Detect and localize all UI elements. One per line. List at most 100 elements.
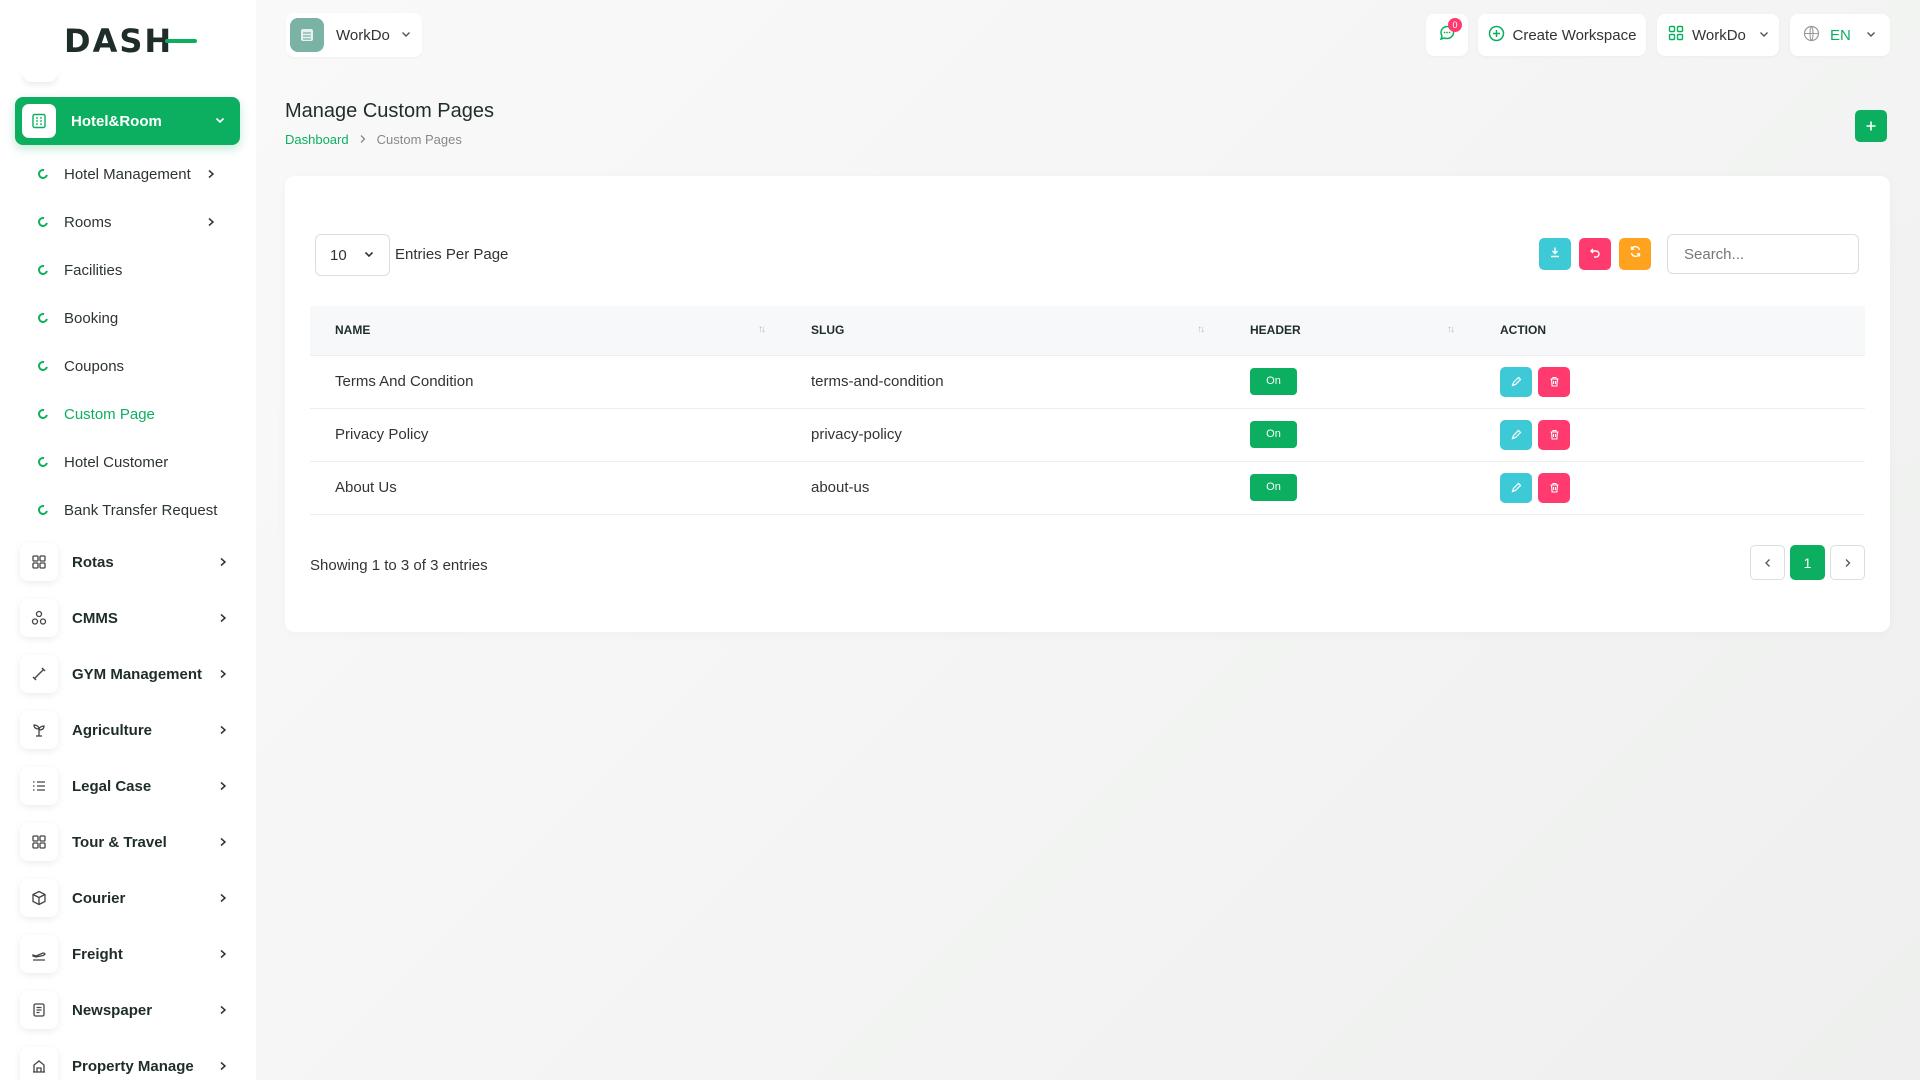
sidebar-item-label: Rooms bbox=[64, 213, 112, 231]
sidebar-item-coupons[interactable]: Coupons bbox=[36, 346, 238, 386]
sidebar-item-label: Hotel Customer bbox=[64, 453, 169, 471]
sidebar-item-facilities[interactable]: Facilities bbox=[36, 250, 238, 290]
table-row: Privacy Policy privacy-policy On bbox=[310, 408, 1865, 461]
plant-icon bbox=[20, 711, 58, 749]
workspace-switcher[interactable]: WorkDo bbox=[286, 13, 422, 57]
breadcrumb: Dashboard Custom Pages bbox=[285, 132, 462, 147]
sidebar-module-hotel-room[interactable]: Hotel&Room bbox=[15, 97, 240, 145]
delete-button[interactable] bbox=[1538, 472, 1570, 503]
grid-icon bbox=[20, 823, 58, 861]
cell-action bbox=[1475, 355, 1865, 408]
building-icon bbox=[20, 1047, 58, 1080]
table-header-row: NAME ↑↓ SLUG ↑↓ HEADER ↑↓ ACTION bbox=[310, 306, 1865, 355]
sidebar-module-legal-case[interactable]: Legal Case bbox=[20, 764, 240, 808]
entries-per-page-select[interactable]: 10 bbox=[315, 234, 390, 276]
sidebar-module-agriculture[interactable]: Agriculture bbox=[20, 708, 240, 752]
language-selector[interactable]: EN bbox=[1790, 14, 1890, 56]
sidebar: DASH Hotel&Room Hotel Management Rooms F… bbox=[0, 0, 256, 1080]
column-header-label: ACTION bbox=[1500, 323, 1546, 338]
status-badge: On bbox=[1250, 368, 1297, 395]
dumbbell-icon bbox=[20, 655, 58, 693]
sidebar-item-rooms[interactable]: Rooms bbox=[36, 202, 238, 242]
chevron-right-icon bbox=[218, 554, 228, 571]
column-header-header[interactable]: HEADER ↑↓ bbox=[1225, 306, 1475, 355]
pagination-next-button[interactable] bbox=[1830, 545, 1865, 580]
column-header-label: NAME bbox=[335, 323, 371, 338]
workspace-avatar bbox=[290, 18, 324, 52]
cell-header: On bbox=[1225, 355, 1475, 408]
sidebar-item-label: Facilities bbox=[64, 261, 123, 279]
sort-icon: ↑↓ bbox=[758, 324, 766, 335]
sidebar-module-courier[interactable]: Courier bbox=[20, 876, 240, 920]
reset-button[interactable] bbox=[1579, 238, 1611, 270]
create-workspace-button[interactable]: Create Workspace bbox=[1478, 14, 1646, 56]
sidebar-module-gym-management[interactable]: GYM Management bbox=[20, 652, 240, 696]
chevron-right-icon bbox=[1844, 555, 1852, 571]
sidebar-module-tour-travel[interactable]: Tour & Travel bbox=[20, 820, 240, 864]
sidebar-module-label: GYM Management bbox=[72, 665, 203, 683]
column-header-slug[interactable]: SLUG ↑↓ bbox=[786, 306, 1225, 355]
entries-per-page-label: Entries Per Page bbox=[395, 246, 509, 263]
create-workspace-label: Create Workspace bbox=[1512, 26, 1637, 44]
trash-icon bbox=[1550, 429, 1558, 440]
entries-per-page-value: 10 bbox=[330, 246, 347, 264]
bullet-icon bbox=[36, 167, 50, 181]
plus-circle-icon bbox=[1488, 25, 1505, 46]
delete-button[interactable] bbox=[1538, 366, 1570, 397]
sidebar-item-booking[interactable]: Booking bbox=[36, 298, 238, 338]
chevron-right-icon bbox=[206, 166, 216, 183]
pagination-page-1[interactable]: 1 bbox=[1790, 545, 1825, 580]
workdo-menu-button[interactable]: WorkDo bbox=[1657, 14, 1779, 56]
sort-icon: ↑↓ bbox=[1197, 324, 1205, 335]
sidebar-item-custom-page[interactable]: Custom Page bbox=[36, 394, 238, 434]
chevron-left-icon bbox=[1764, 555, 1772, 571]
edit-button[interactable] bbox=[1500, 366, 1532, 397]
table-row: About Us about-us On bbox=[310, 461, 1865, 514]
column-header-name[interactable]: NAME ↑↓ bbox=[310, 306, 786, 355]
pagination-prev-button[interactable] bbox=[1750, 545, 1785, 580]
globe-icon bbox=[1803, 25, 1820, 46]
box-icon bbox=[20, 879, 58, 917]
chevron-right-icon bbox=[359, 132, 367, 147]
edit-button[interactable] bbox=[1500, 419, 1532, 450]
sidebar-module-cmms[interactable]: CMMS bbox=[20, 596, 240, 640]
language-label: EN bbox=[1830, 26, 1851, 44]
workdo-menu-label: WorkDo bbox=[1692, 26, 1746, 44]
sidebar-module-label: Hotel&Room bbox=[71, 112, 162, 130]
chevron-right-icon bbox=[218, 946, 228, 963]
bullet-icon bbox=[36, 311, 50, 325]
notification-badge: 0 bbox=[1448, 18, 1462, 32]
delete-button[interactable] bbox=[1538, 419, 1570, 450]
hotel-icon bbox=[22, 104, 56, 138]
sidebar-module-rotas[interactable]: Rotas bbox=[20, 540, 240, 584]
trash-icon bbox=[1550, 376, 1558, 387]
custom-pages-table: NAME ↑↓ SLUG ↑↓ HEADER ↑↓ ACTION Terms And … bbox=[310, 306, 1865, 515]
messages-button[interactable]: 0 bbox=[1426, 14, 1468, 56]
breadcrumb-dashboard-link[interactable]: Dashboard bbox=[285, 132, 349, 147]
trash-icon bbox=[1550, 482, 1558, 493]
export-button[interactable] bbox=[1539, 238, 1571, 270]
reload-button[interactable] bbox=[1619, 238, 1651, 270]
sidebar-module-property-manage[interactable]: Property Manage bbox=[20, 1044, 240, 1080]
sidebar-module-freight[interactable]: Freight bbox=[20, 932, 240, 976]
chevron-down-icon bbox=[400, 27, 412, 44]
sidebar-item-hotel-customer[interactable]: Hotel Customer bbox=[36, 442, 238, 482]
add-custom-page-button[interactable] bbox=[1855, 110, 1887, 142]
sidebar-module-newspaper[interactable]: Newspaper bbox=[20, 988, 240, 1032]
search-input[interactable] bbox=[1667, 234, 1859, 274]
logo-accent-bar bbox=[165, 39, 198, 43]
bullet-icon bbox=[36, 359, 50, 373]
custom-pages-card: 10 Entries Per Page NAME ↑↓ SLUG ↑↓ HEADER… bbox=[285, 176, 1890, 632]
edit-button[interactable] bbox=[1500, 472, 1532, 503]
breadcrumb-current: Custom Pages bbox=[376, 132, 462, 147]
brand-logo[interactable]: DASH bbox=[64, 22, 198, 60]
bullet-icon bbox=[36, 407, 50, 421]
sidebar-item-label: Coupons bbox=[64, 357, 125, 375]
refresh-icon bbox=[1629, 245, 1642, 263]
cell-action bbox=[1475, 408, 1865, 461]
cell-slug: terms-and-condition bbox=[811, 373, 944, 390]
bullet-icon bbox=[36, 503, 50, 517]
sidebar-item-hotel-management[interactable]: Hotel Management bbox=[36, 154, 238, 194]
chevron-right-icon bbox=[206, 214, 216, 231]
sidebar-item-bank-transfer-request[interactable]: Bank Transfer Request bbox=[36, 490, 238, 530]
